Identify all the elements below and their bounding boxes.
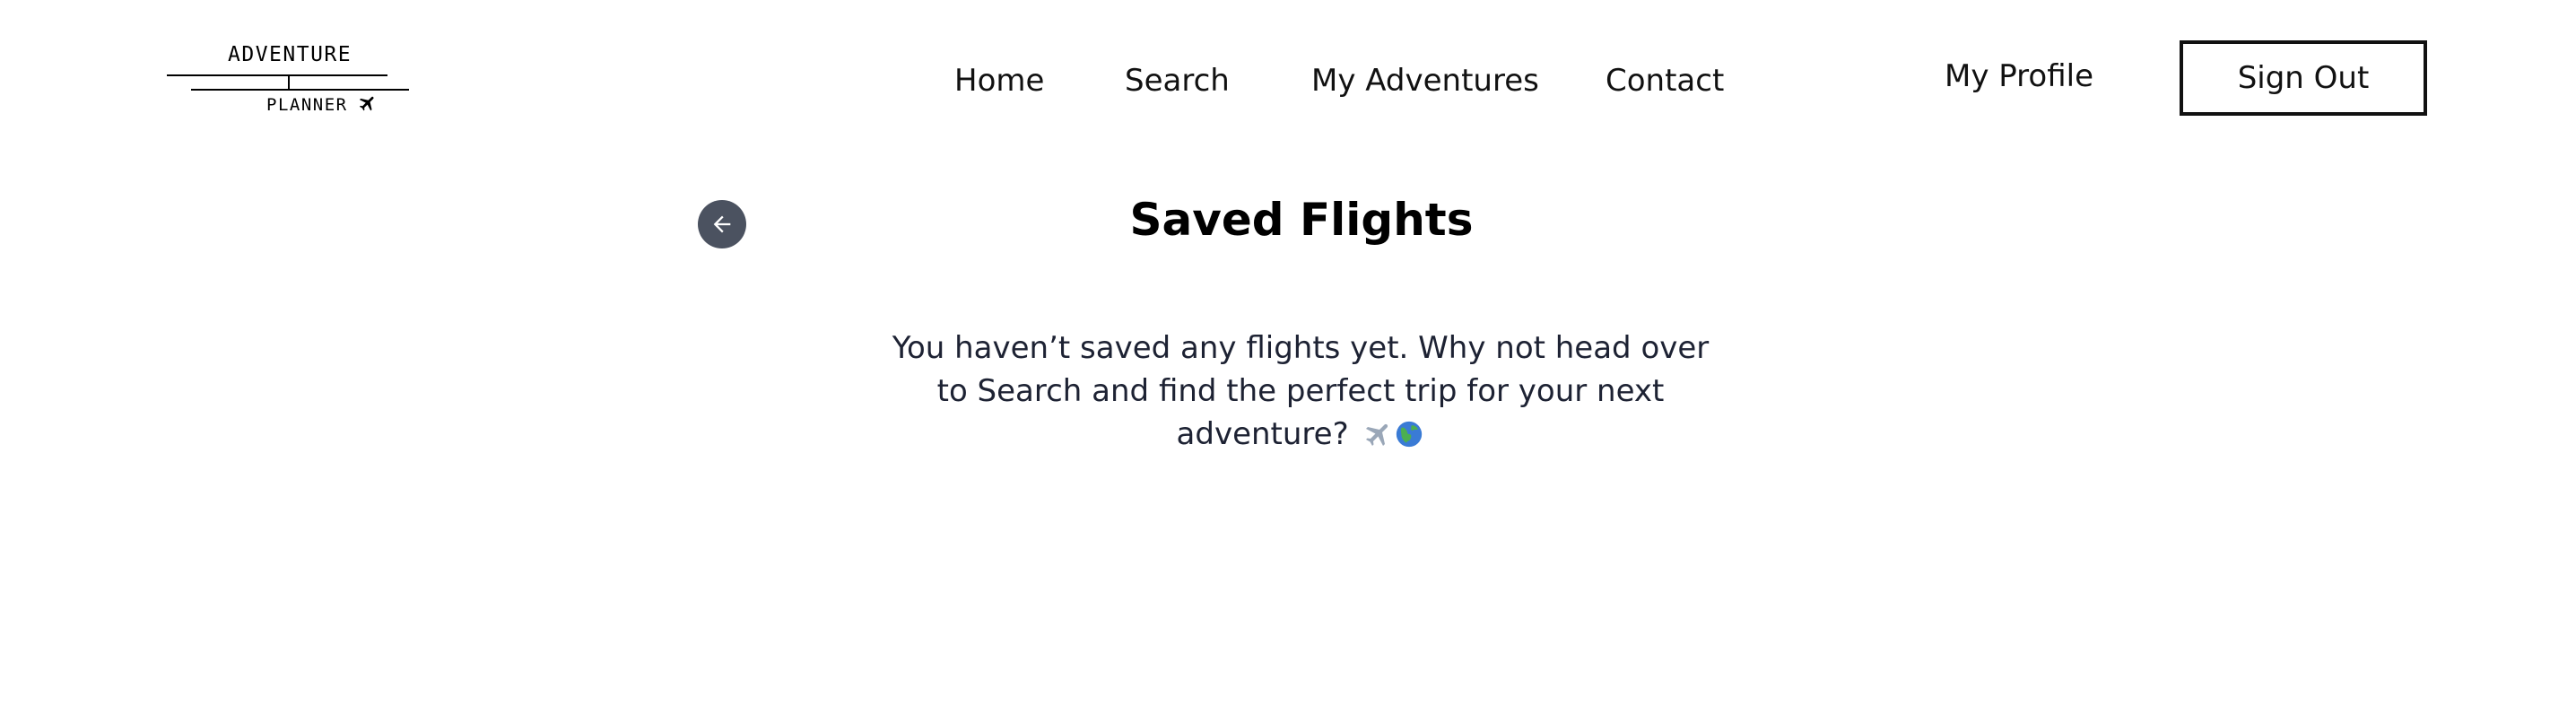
- logo[interactable]: ADVENTURE PLANNER: [167, 36, 418, 126]
- nav-home-link[interactable]: Home: [954, 63, 1044, 99]
- logo-divider-top: [167, 74, 387, 76]
- globe-emoji-icon: [1394, 418, 1424, 461]
- airplane-icon: [359, 96, 374, 111]
- logo-divider-bottom: [191, 89, 409, 91]
- nav-search-link[interactable]: Search: [1125, 63, 1230, 99]
- nav-contact-link[interactable]: Contact: [1606, 63, 1724, 99]
- empty-state-message: You haven’t saved any flights yet. Why n…: [888, 327, 1713, 461]
- back-button[interactable]: [698, 200, 746, 248]
- page-title: Saved Flights: [1129, 194, 1474, 246]
- logo-divider-tick: [288, 75, 290, 90]
- logo-bottom-text: PLANNER: [266, 95, 348, 115]
- nav-my-adventures-link[interactable]: My Adventures: [1311, 63, 1539, 99]
- arrow-left-icon: [713, 215, 731, 233]
- logo-top-text: ADVENTURE: [228, 43, 352, 66]
- empty-state-text: You haven’t saved any flights yet. Why n…: [892, 330, 1710, 452]
- airplane-emoji-icon: [1363, 418, 1394, 461]
- my-profile-link[interactable]: My Profile: [1945, 58, 2093, 94]
- sign-out-button[interactable]: Sign Out: [2180, 40, 2427, 116]
